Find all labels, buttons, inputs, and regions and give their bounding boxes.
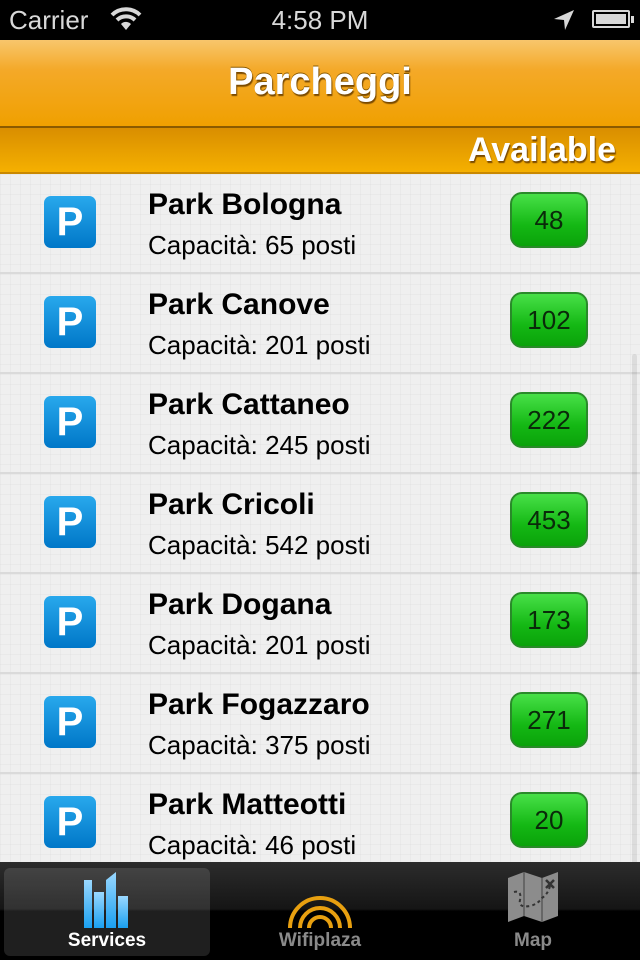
parking-capacity: Capacità: 201 posti xyxy=(148,630,371,660)
available-badge: 48 xyxy=(510,192,588,248)
tab-map[interactable]: Map xyxy=(430,868,636,956)
parking-name: Park Cattaneo xyxy=(148,388,350,421)
battery-icon xyxy=(592,10,634,28)
parking-list[interactable]: P Park Bologna Capacità: 65 posti 48 P P… xyxy=(0,174,640,862)
parking-row[interactable]: P Park Matteotti Capacità: 46 posti 20 xyxy=(0,774,640,862)
parking-capacity: Capacità: 46 posti xyxy=(148,830,357,860)
parking-name: Park Cricoli xyxy=(148,488,315,521)
available-badge: 222 xyxy=(510,392,588,448)
parking-icon: P xyxy=(44,296,96,348)
navigation-bar: Parcheggi xyxy=(0,40,640,128)
tab-bar: Services Wifiplaza Map xyxy=(0,862,640,960)
tab-label: Services xyxy=(67,930,147,951)
parking-icon: P xyxy=(44,196,96,248)
parking-icon: P xyxy=(44,596,96,648)
tab-services[interactable]: Services xyxy=(4,868,210,956)
buildings-icon xyxy=(82,872,132,933)
parking-capacity: Capacità: 201 posti xyxy=(148,330,371,360)
available-badge: 173 xyxy=(510,592,588,648)
parking-icon: P xyxy=(44,396,96,448)
parking-icon: P xyxy=(44,796,96,848)
parking-row[interactable]: P Park Cricoli Capacità: 542 posti 453 xyxy=(0,474,640,574)
available-badge: 20 xyxy=(510,792,588,848)
page-title: Parcheggi xyxy=(228,61,412,103)
parking-capacity: Capacità: 375 posti xyxy=(148,730,371,760)
available-badge: 102 xyxy=(510,292,588,348)
available-column-label: Available xyxy=(467,131,616,169)
parking-capacity: Capacità: 245 posti xyxy=(148,430,371,460)
parking-row[interactable]: P Park Bologna Capacità: 65 posti 48 xyxy=(0,174,640,274)
tab-wifiplaza[interactable]: Wifiplaza xyxy=(217,868,423,956)
location-arrow-icon xyxy=(552,8,576,39)
clock: 4:58 PM xyxy=(271,5,369,35)
parking-name: Park Matteotti xyxy=(148,788,347,821)
parking-name: Park Bologna xyxy=(148,188,342,221)
section-header: Available xyxy=(0,128,640,174)
parking-name: Park Fogazzaro xyxy=(148,688,370,721)
wifi-signal-icon xyxy=(285,872,355,935)
tab-label: Wifiplaza xyxy=(278,930,362,951)
parking-row[interactable]: P Park Cattaneo Capacità: 245 posti 222 xyxy=(0,374,640,474)
parking-row[interactable]: P Park Fogazzaro Capacità: 375 posti 271 xyxy=(0,674,640,774)
parking-name: Park Canove xyxy=(148,288,330,321)
map-icon xyxy=(506,872,560,927)
parking-capacity: Capacità: 65 posti xyxy=(148,230,357,260)
available-badge: 453 xyxy=(510,492,588,548)
parking-icon: P xyxy=(44,496,96,548)
parking-icon: P xyxy=(44,696,96,748)
parking-row[interactable]: P Park Dogana Capacità: 201 posti 173 xyxy=(0,574,640,674)
parking-capacity: Capacità: 542 posti xyxy=(148,530,371,560)
scrollbar[interactable] xyxy=(632,354,637,862)
tab-label: Map xyxy=(514,930,552,951)
available-badge: 271 xyxy=(510,692,588,748)
parking-row[interactable]: P Park Canove Capacità: 201 posti 102 xyxy=(0,274,640,374)
parking-name: Park Dogana xyxy=(148,588,332,621)
status-bar: Carrier 4:58 PM xyxy=(0,0,640,40)
